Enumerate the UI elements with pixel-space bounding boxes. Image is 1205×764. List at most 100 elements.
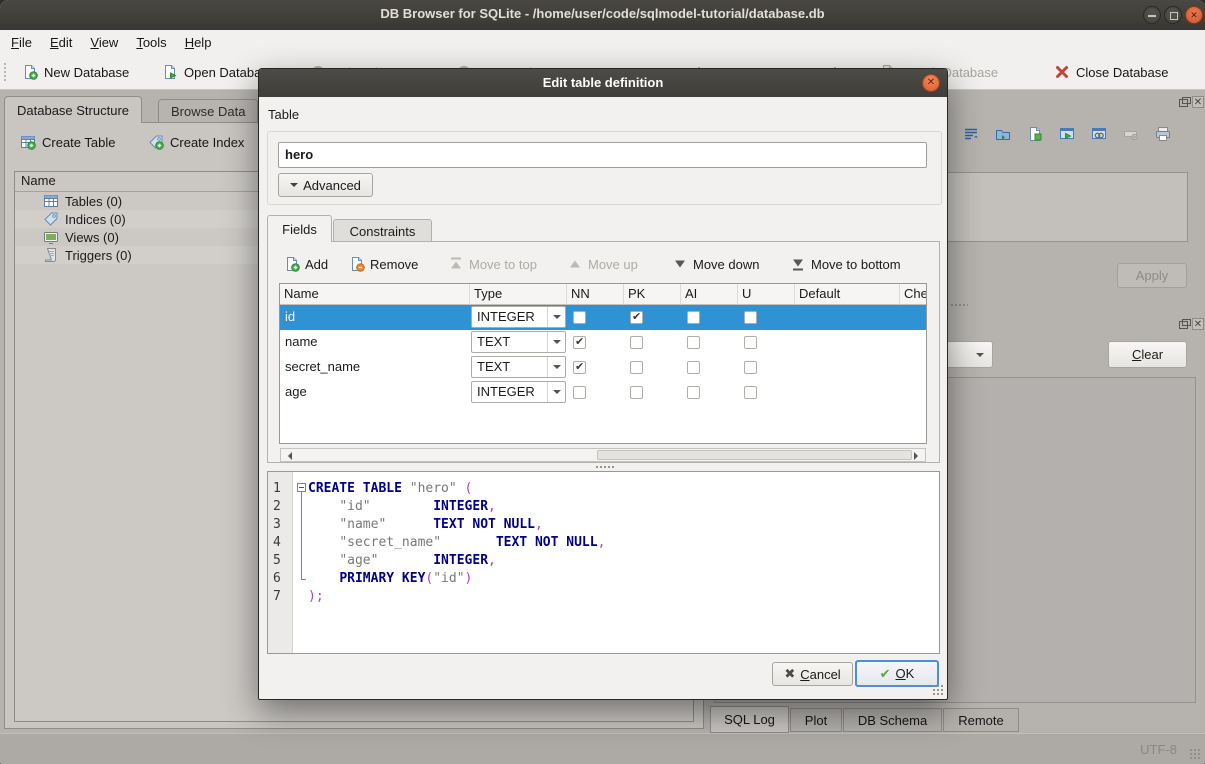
u-checkbox[interactable] bbox=[744, 311, 757, 324]
create-table-button[interactable]: Create Table bbox=[20, 134, 115, 150]
nn-checkbox[interactable] bbox=[573, 386, 586, 399]
pk-checkbox[interactable] bbox=[630, 386, 643, 399]
pk-checkbox[interactable] bbox=[630, 361, 643, 374]
dialog-close-button[interactable]: ✕ bbox=[922, 74, 940, 92]
field-row-age[interactable]: age INTEGER bbox=[280, 380, 927, 405]
nn-checkbox[interactable] bbox=[573, 336, 586, 349]
column-header-name[interactable]: Name bbox=[280, 284, 470, 305]
menu-view[interactable]: View bbox=[81, 32, 127, 53]
cancel-button[interactable]: ✖ Cancel bbox=[772, 662, 853, 686]
menu-file[interactable]: File bbox=[2, 32, 41, 53]
dock-close-button[interactable]: ✕ bbox=[1192, 318, 1204, 330]
column-header-default[interactable]: Default bbox=[795, 284, 900, 305]
nn-checkbox[interactable] bbox=[573, 311, 586, 324]
u-checkbox[interactable] bbox=[744, 336, 757, 349]
bottom-tab-sql-log[interactable]: SQL Log bbox=[710, 706, 789, 733]
pk-checkbox[interactable] bbox=[630, 311, 643, 324]
close-button[interactable]: ✕ bbox=[1185, 6, 1203, 24]
fields-grid[interactable]: NameTypeNNPKAIUDefaultCheck idINTEGERnam… bbox=[279, 283, 927, 444]
u-checkbox[interactable] bbox=[744, 361, 757, 374]
move-to-top-button[interactable]: Move to top bbox=[448, 254, 537, 274]
titlebar[interactable]: DB Browser for SQLite - /home/user/code/… bbox=[0, 0, 1205, 30]
toolbar-handle[interactable] bbox=[3, 62, 7, 83]
move-down-button[interactable]: Move down bbox=[672, 254, 759, 274]
type-combo[interactable]: TEXT bbox=[471, 356, 566, 378]
ai-checkbox[interactable] bbox=[687, 361, 700, 374]
advanced-toggle-button[interactable]: Advanced bbox=[278, 173, 373, 197]
create-index-button[interactable]: Create Index bbox=[148, 134, 244, 150]
dialog-titlebar[interactable]: Edit table definition ✕ bbox=[259, 69, 947, 97]
menu-edit[interactable]: Edit bbox=[41, 32, 81, 53]
chevron-down-icon[interactable] bbox=[547, 357, 565, 377]
column-header-check[interactable]: Check bbox=[900, 284, 927, 305]
ai-checkbox[interactable] bbox=[687, 311, 700, 324]
dialog-resize-grip[interactable] bbox=[932, 684, 944, 696]
line-number: 3 bbox=[273, 516, 281, 534]
add-button[interactable]: Add bbox=[284, 254, 328, 274]
lines-icon[interactable] bbox=[963, 126, 979, 142]
menu-tools[interactable]: Tools bbox=[127, 32, 175, 53]
field-name-cell[interactable]: name bbox=[285, 334, 318, 349]
new-database-button[interactable]: New Database bbox=[22, 55, 129, 89]
remove-button[interactable]: Remove bbox=[349, 254, 418, 274]
move-to-bottom-button[interactable]: Move to bottom bbox=[790, 254, 901, 274]
field-row-id[interactable]: id INTEGER bbox=[280, 305, 927, 330]
sql-code-line: "secret_name" TEXT NOT NULL, bbox=[308, 534, 605, 552]
scroll-left-icon[interactable] bbox=[284, 452, 292, 460]
column-header-pk[interactable]: PK bbox=[624, 284, 681, 305]
minimize-icon bbox=[1148, 15, 1156, 17]
ai-checkbox[interactable] bbox=[687, 386, 700, 399]
column-header-ai[interactable]: AI bbox=[681, 284, 738, 305]
scroll-right-icon[interactable] bbox=[914, 452, 922, 460]
pk-checkbox[interactable] bbox=[630, 336, 643, 349]
win-chain-icon[interactable] bbox=[1091, 126, 1107, 142]
maximize-button[interactable] bbox=[1164, 6, 1182, 24]
close-database-button[interactable]: Close Database bbox=[1054, 55, 1169, 89]
tab-fields[interactable]: Fields bbox=[267, 215, 332, 242]
chevron-down-icon[interactable] bbox=[547, 382, 565, 402]
field-name-cell[interactable]: age bbox=[285, 384, 307, 399]
tab-constraints[interactable]: Constraints bbox=[333, 219, 432, 242]
type-combo[interactable]: INTEGER bbox=[471, 381, 566, 403]
bottom-tab-db-schema[interactable]: DB Schema bbox=[843, 708, 942, 732]
ai-checkbox[interactable] bbox=[687, 336, 700, 349]
null-icon[interactable] bbox=[1123, 126, 1139, 142]
resize-grip[interactable] bbox=[1189, 748, 1201, 760]
win-arrow-icon[interactable] bbox=[1059, 126, 1075, 142]
table-name-input[interactable]: hero bbox=[278, 142, 927, 168]
move-up-button[interactable]: Move up bbox=[567, 254, 638, 274]
dialog-splitter-handle[interactable] bbox=[595, 465, 615, 469]
bottom-tab-remote[interactable]: Remote bbox=[943, 708, 1019, 732]
nn-checkbox[interactable] bbox=[573, 361, 586, 374]
minimize-button[interactable] bbox=[1143, 6, 1161, 24]
field-name-cell[interactable]: id bbox=[285, 309, 295, 324]
ok-button[interactable]: ✔ OK bbox=[855, 660, 939, 687]
horizontal-scrollbar[interactable] bbox=[280, 448, 926, 462]
dock-float-button[interactable] bbox=[1178, 96, 1190, 108]
field-row-secret_name[interactable]: secret_name TEXT bbox=[280, 355, 927, 380]
field-row-name[interactable]: name TEXT bbox=[280, 330, 927, 355]
chevron-down-icon[interactable] bbox=[547, 307, 565, 327]
column-header-nn[interactable]: NN bbox=[567, 284, 624, 305]
type-combo[interactable]: INTEGER bbox=[471, 306, 566, 328]
type-combo[interactable]: TEXT bbox=[471, 331, 566, 353]
code-fold-icon[interactable] bbox=[297, 483, 306, 492]
dock-float-button[interactable] bbox=[1178, 318, 1190, 330]
column-header-type[interactable]: Type bbox=[470, 284, 567, 305]
menu-help[interactable]: Help bbox=[176, 32, 221, 53]
chevron-down-icon[interactable] bbox=[547, 332, 565, 352]
u-checkbox[interactable] bbox=[744, 386, 757, 399]
scrollbar-thumb[interactable] bbox=[597, 450, 912, 460]
dock-close-button[interactable]: ✕ bbox=[1192, 96, 1204, 108]
dock-splitter-handle[interactable] bbox=[950, 303, 968, 307]
apply-button[interactable]: Apply bbox=[1117, 263, 1187, 288]
field-name-cell[interactable]: secret_name bbox=[285, 359, 360, 374]
tab-browse-data[interactable]: Browse Data bbox=[158, 99, 258, 123]
doc-save-icon[interactable] bbox=[1027, 126, 1043, 142]
printer-icon[interactable] bbox=[1155, 126, 1171, 142]
folder-icon[interactable] bbox=[995, 126, 1011, 142]
bottom-tab-plot[interactable]: Plot bbox=[790, 708, 842, 732]
tab-database-structure[interactable]: Database Structure bbox=[4, 96, 142, 123]
column-header-u[interactable]: U bbox=[738, 284, 795, 305]
clear-log-button[interactable]: Clear bbox=[1108, 341, 1187, 368]
